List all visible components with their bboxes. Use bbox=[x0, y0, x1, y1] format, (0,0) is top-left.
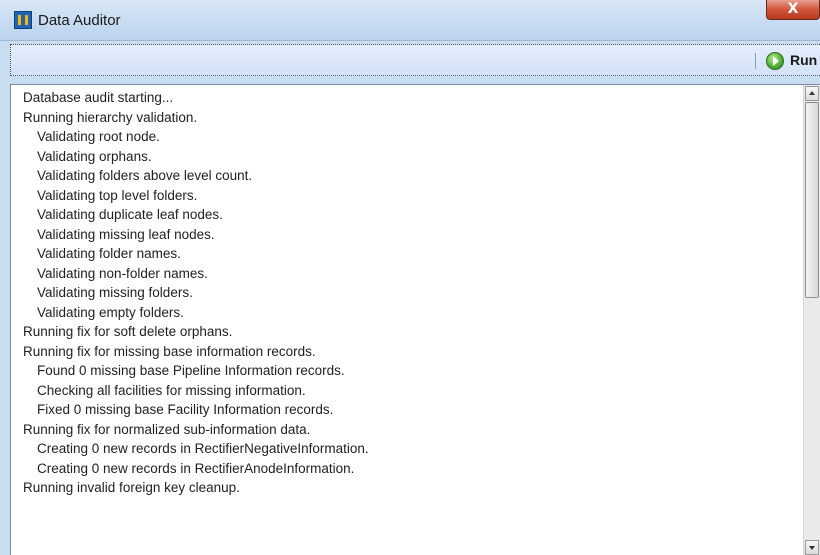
log-line: Checking all facilities for missing info… bbox=[37, 382, 306, 398]
log-line: Validating root node. bbox=[37, 129, 160, 144]
data-auditor-window: Data Auditor X Run Database audit starti… bbox=[0, 0, 820, 555]
log-line: Creating 0 new records in RectifierAnode… bbox=[37, 460, 355, 476]
scrollbar-thumb[interactable] bbox=[805, 102, 819, 298]
app-icon bbox=[14, 11, 32, 29]
log-line: Fixed 0 missing base Facility Informatio… bbox=[37, 402, 334, 417]
log-line: Database audit starting... bbox=[23, 90, 174, 105]
close-button[interactable]: X bbox=[766, 0, 820, 20]
scroll-down-icon[interactable] bbox=[805, 540, 819, 555]
log-line: Validating missing leaf nodes. bbox=[37, 226, 215, 242]
title-bar[interactable]: Data Auditor X bbox=[0, 0, 820, 41]
scroll-up-icon[interactable] bbox=[805, 86, 819, 101]
log-line: Creating 0 new records in RectifierNegat… bbox=[37, 441, 369, 456]
log-line: Validating empty folders. bbox=[37, 304, 184, 320]
log-line: Validating folders above level count. bbox=[37, 168, 253, 183]
log-line: Running invalid foreign key cleanup. bbox=[23, 480, 240, 495]
log-line: Validating non-folder names. bbox=[37, 265, 208, 281]
log-line: Validating folder names. bbox=[37, 246, 181, 261]
run-button-label[interactable]: Run bbox=[790, 52, 817, 68]
log-line: Running fix for missing base information… bbox=[23, 343, 316, 359]
log-line: Validating orphans. bbox=[37, 148, 152, 164]
log-line: Running hierarchy validation. bbox=[23, 109, 198, 125]
toolbar-separator bbox=[755, 53, 756, 69]
log-list: Database audit starting... Running hierar… bbox=[23, 88, 802, 498]
log-line: Validating top level folders. bbox=[37, 187, 198, 203]
log-line: Validating duplicate leaf nodes. bbox=[37, 207, 223, 222]
vertical-scrollbar[interactable] bbox=[803, 85, 820, 555]
log-line: Running fix for normalized sub-informati… bbox=[23, 421, 311, 437]
log-panel: Database audit starting... Running hierar… bbox=[10, 84, 820, 555]
log-line: Validating missing folders. bbox=[37, 285, 193, 300]
log-line: Found 0 missing base Pipeline Informatio… bbox=[37, 363, 345, 378]
window-title: Data Auditor bbox=[38, 12, 121, 29]
log-line: Running fix for soft delete orphans. bbox=[23, 324, 233, 339]
toolbar: Run bbox=[10, 44, 820, 76]
play-circle-icon[interactable] bbox=[766, 52, 784, 70]
